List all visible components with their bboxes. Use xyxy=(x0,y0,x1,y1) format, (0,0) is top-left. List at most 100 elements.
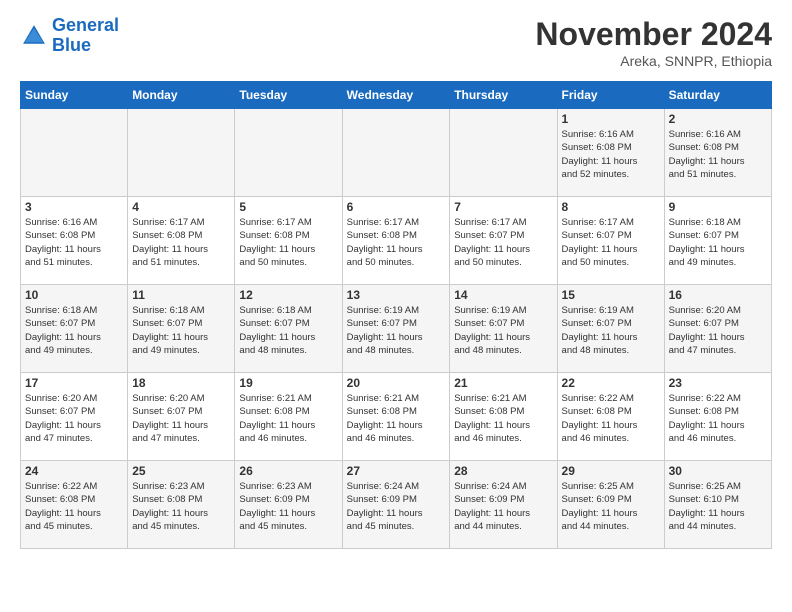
day-number: 28 xyxy=(454,464,552,478)
calendar-day-cell: 28 Sunrise: 6:24 AM Sunset: 6:09 PM Dayli… xyxy=(450,461,557,549)
day-number: 2 xyxy=(669,112,767,126)
calendar-day-cell: 14 Sunrise: 6:19 AM Sunset: 6:07 PM Dayli… xyxy=(450,285,557,373)
day-number: 22 xyxy=(562,376,660,390)
day-number: 1 xyxy=(562,112,660,126)
logo-text: General Blue xyxy=(52,16,119,56)
calendar-day-cell: 15Sunrise: 6:19 AM Sunset: 6:07 PM Dayli… xyxy=(557,285,664,373)
day-info: Sunrise: 6:23 AM Sunset: 6:08 PM Dayligh… xyxy=(132,480,230,533)
weekday-header: Sunday xyxy=(21,82,128,109)
calendar-day-cell: 13 Sunrise: 6:19 AM Sunset: 6:07 PM Dayli… xyxy=(342,285,450,373)
day-info: Sunrise: 6:16 AM Sunset: 6:08 PM Dayligh… xyxy=(25,216,123,269)
day-number: 8 xyxy=(562,200,660,214)
calendar-body: 1 Sunrise: 6:16 AM Sunset: 6:08 PM Daylig… xyxy=(21,109,772,549)
day-info: Sunrise: 6:24 AM Sunset: 6:09 PM Dayligh… xyxy=(347,480,446,533)
day-number: 11 xyxy=(132,288,230,302)
day-info: Sunrise: 6:20 AM Sunset: 6:07 PM Dayligh… xyxy=(669,304,767,357)
day-number: 19 xyxy=(239,376,337,390)
day-info: Sunrise: 6:20 AM Sunset: 6:07 PM Dayligh… xyxy=(25,392,123,445)
day-info: Sunrise: 6:22 AM Sunset: 6:08 PM Dayligh… xyxy=(25,480,123,533)
logo: General Blue xyxy=(20,16,119,56)
day-number: 16 xyxy=(669,288,767,302)
weekday-header: Thursday xyxy=(450,82,557,109)
calendar-day-cell xyxy=(128,109,235,197)
page: General Blue November 2024 Areka, SNNPR,… xyxy=(0,0,792,569)
day-info: Sunrise: 6:16 AM Sunset: 6:08 PM Dayligh… xyxy=(562,128,660,181)
day-number: 7 xyxy=(454,200,552,214)
day-info: Sunrise: 6:19 AM Sunset: 6:07 PM Dayligh… xyxy=(454,304,552,357)
day-number: 13 xyxy=(347,288,446,302)
calendar-day-cell: 3 Sunrise: 6:16 AM Sunset: 6:08 PM Daylig… xyxy=(21,197,128,285)
day-number: 26 xyxy=(239,464,337,478)
day-number: 3 xyxy=(25,200,123,214)
day-number: 18 xyxy=(132,376,230,390)
day-number: 10 xyxy=(25,288,123,302)
day-info: Sunrise: 6:16 AM Sunset: 6:08 PM Dayligh… xyxy=(669,128,767,181)
calendar-day-cell: 5Sunrise: 6:17 AM Sunset: 6:08 PM Daylig… xyxy=(235,197,342,285)
day-number: 17 xyxy=(25,376,123,390)
calendar-day-cell: 22 Sunrise: 6:22 AM Sunset: 6:08 PM Dayli… xyxy=(557,373,664,461)
day-info: Sunrise: 6:18 AM Sunset: 6:07 PM Dayligh… xyxy=(25,304,123,357)
calendar-day-cell: 9Sunrise: 6:18 AM Sunset: 6:07 PM Daylig… xyxy=(664,197,771,285)
calendar-day-cell xyxy=(342,109,450,197)
calendar-day-cell: 7 Sunrise: 6:17 AM Sunset: 6:07 PM Daylig… xyxy=(450,197,557,285)
day-info: Sunrise: 6:25 AM Sunset: 6:09 PM Dayligh… xyxy=(562,480,660,533)
day-info: Sunrise: 6:18 AM Sunset: 6:07 PM Dayligh… xyxy=(132,304,230,357)
day-info: Sunrise: 6:22 AM Sunset: 6:08 PM Dayligh… xyxy=(562,392,660,445)
day-number: 23 xyxy=(669,376,767,390)
calendar-day-cell: 11 Sunrise: 6:18 AM Sunset: 6:07 PM Dayli… xyxy=(128,285,235,373)
day-number: 6 xyxy=(347,200,446,214)
day-info: Sunrise: 6:21 AM Sunset: 6:08 PM Dayligh… xyxy=(239,392,337,445)
day-info: Sunrise: 6:19 AM Sunset: 6:07 PM Dayligh… xyxy=(562,304,660,357)
day-number: 27 xyxy=(347,464,446,478)
day-number: 5 xyxy=(239,200,337,214)
weekday-header: Wednesday xyxy=(342,82,450,109)
calendar-day-cell: 23Sunrise: 6:22 AM Sunset: 6:08 PM Dayli… xyxy=(664,373,771,461)
day-info: Sunrise: 6:24 AM Sunset: 6:09 PM Dayligh… xyxy=(454,480,552,533)
calendar-day-cell: 30Sunrise: 6:25 AM Sunset: 6:10 PM Dayli… xyxy=(664,461,771,549)
calendar-day-cell: 17 Sunrise: 6:20 AM Sunset: 6:07 PM Dayli… xyxy=(21,373,128,461)
calendar-table: SundayMondayTuesdayWednesdayThursdayFrid… xyxy=(20,81,772,549)
calendar-day-cell xyxy=(21,109,128,197)
weekday-header: Monday xyxy=(128,82,235,109)
logo-line2: Blue xyxy=(52,35,91,55)
day-info: Sunrise: 6:19 AM Sunset: 6:07 PM Dayligh… xyxy=(347,304,446,357)
calendar-day-cell: 21Sunrise: 6:21 AM Sunset: 6:08 PM Dayli… xyxy=(450,373,557,461)
day-info: Sunrise: 6:20 AM Sunset: 6:07 PM Dayligh… xyxy=(132,392,230,445)
day-info: Sunrise: 6:17 AM Sunset: 6:07 PM Dayligh… xyxy=(454,216,552,269)
day-info: Sunrise: 6:17 AM Sunset: 6:08 PM Dayligh… xyxy=(347,216,446,269)
calendar-day-cell: 20Sunrise: 6:21 AM Sunset: 6:08 PM Dayli… xyxy=(342,373,450,461)
calendar-day-cell: 1 Sunrise: 6:16 AM Sunset: 6:08 PM Daylig… xyxy=(557,109,664,197)
day-info: Sunrise: 6:17 AM Sunset: 6:07 PM Dayligh… xyxy=(562,216,660,269)
calendar-day-cell: 25 Sunrise: 6:23 AM Sunset: 6:08 PM Dayli… xyxy=(128,461,235,549)
day-info: Sunrise: 6:25 AM Sunset: 6:10 PM Dayligh… xyxy=(669,480,767,533)
calendar-day-cell: 29 Sunrise: 6:25 AM Sunset: 6:09 PM Dayli… xyxy=(557,461,664,549)
calendar-week-row: 17 Sunrise: 6:20 AM Sunset: 6:07 PM Dayli… xyxy=(21,373,772,461)
day-info: Sunrise: 6:17 AM Sunset: 6:08 PM Dayligh… xyxy=(132,216,230,269)
calendar-day-cell: 27 Sunrise: 6:24 AM Sunset: 6:09 PM Dayli… xyxy=(342,461,450,549)
day-number: 12 xyxy=(239,288,337,302)
calendar-day-cell: 12 Sunrise: 6:18 AM Sunset: 6:07 PM Dayli… xyxy=(235,285,342,373)
day-number: 14 xyxy=(454,288,552,302)
day-number: 4 xyxy=(132,200,230,214)
calendar-day-cell xyxy=(235,109,342,197)
calendar-day-cell: 2 Sunrise: 6:16 AM Sunset: 6:08 PM Daylig… xyxy=(664,109,771,197)
weekday-header-row: SundayMondayTuesdayWednesdayThursdayFrid… xyxy=(21,82,772,109)
day-number: 25 xyxy=(132,464,230,478)
calendar-day-cell: 16 Sunrise: 6:20 AM Sunset: 6:07 PM Dayli… xyxy=(664,285,771,373)
day-info: Sunrise: 6:18 AM Sunset: 6:07 PM Dayligh… xyxy=(239,304,337,357)
weekday-header: Tuesday xyxy=(235,82,342,109)
day-number: 24 xyxy=(25,464,123,478)
day-info: Sunrise: 6:23 AM Sunset: 6:09 PM Dayligh… xyxy=(239,480,337,533)
calendar-day-cell: 18 Sunrise: 6:20 AM Sunset: 6:07 PM Dayli… xyxy=(128,373,235,461)
day-number: 29 xyxy=(562,464,660,478)
weekday-header: Saturday xyxy=(664,82,771,109)
calendar-week-row: 10 Sunrise: 6:18 AM Sunset: 6:07 PM Dayli… xyxy=(21,285,772,373)
calendar-week-row: 1 Sunrise: 6:16 AM Sunset: 6:08 PM Daylig… xyxy=(21,109,772,197)
day-info: Sunrise: 6:21 AM Sunset: 6:08 PM Dayligh… xyxy=(347,392,446,445)
calendar-day-cell: 26 Sunrise: 6:23 AM Sunset: 6:09 PM Dayli… xyxy=(235,461,342,549)
weekday-header: Friday xyxy=(557,82,664,109)
header: General Blue November 2024 Areka, SNNPR,… xyxy=(20,16,772,69)
title-block: November 2024 Areka, SNNPR, Ethiopia xyxy=(535,16,772,69)
calendar-day-cell: 6 Sunrise: 6:17 AM Sunset: 6:08 PM Daylig… xyxy=(342,197,450,285)
calendar-day-cell: 24 Sunrise: 6:22 AM Sunset: 6:08 PM Dayli… xyxy=(21,461,128,549)
